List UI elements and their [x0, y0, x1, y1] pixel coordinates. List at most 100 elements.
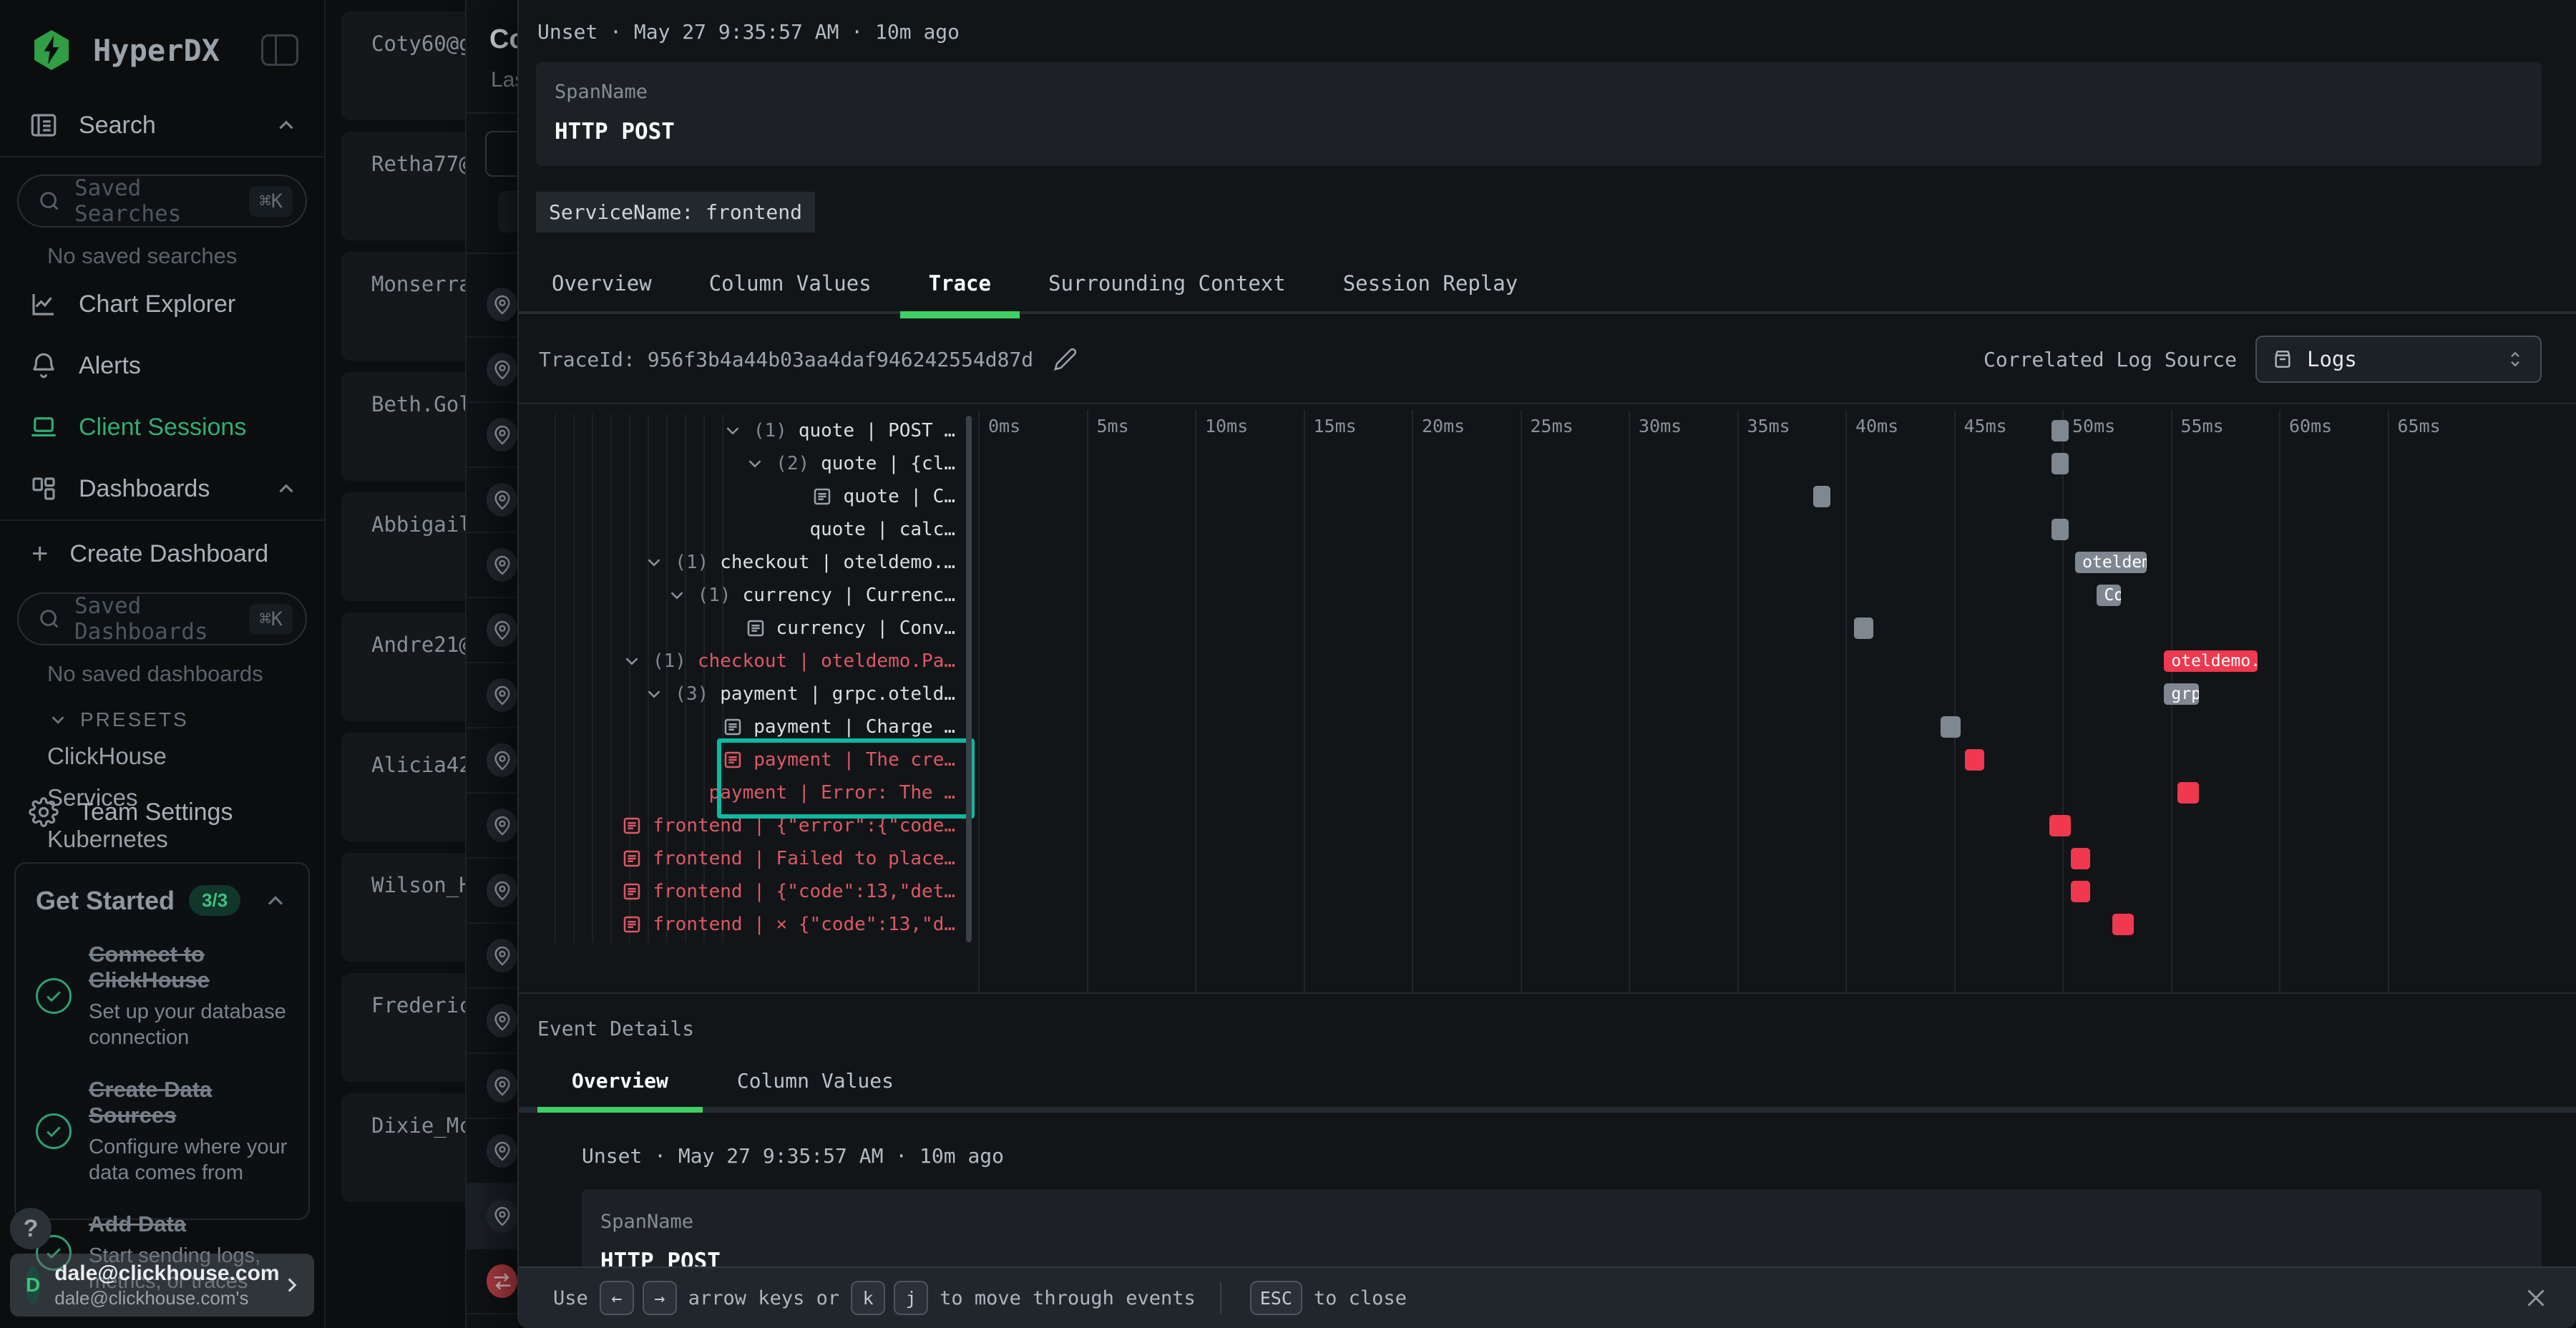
span-bar[interactable]	[1965, 749, 1984, 771]
tab-column-values[interactable]: Column Values	[680, 260, 900, 311]
sidebar-item-dashboards[interactable]: Dashboards	[0, 458, 324, 519]
session-event-row[interactable]	[467, 924, 517, 989]
session-event-row[interactable]	[467, 533, 517, 598]
span-bar[interactable]	[1813, 486, 1830, 507]
span-bar[interactable]	[1941, 716, 1960, 738]
session-search-input[interactable]: Sea	[485, 131, 517, 177]
hint-move: to move through events	[940, 1287, 1196, 1309]
get-started-item-title: Create Data Sources	[89, 1077, 288, 1128]
preset-dashboard-clickhouse[interactable]: ClickHouse	[47, 736, 324, 777]
saved-dashboards-placeholder: Saved Dashboards	[74, 593, 249, 645]
collapse-sidebar-icon[interactable]	[261, 34, 298, 66]
session-event-row[interactable]	[467, 859, 517, 924]
trace-tree-row[interactable]: frontend | Failed to place…	[519, 842, 977, 875]
edit-pencil-icon[interactable]	[1053, 347, 1078, 371]
trace-tree-row[interactable]: quote | calc…	[519, 513, 977, 546]
tree-chevron-icon[interactable]	[666, 585, 688, 606]
saved-dashboards-input[interactable]: Saved Dashboards ⌘K	[17, 592, 307, 645]
sidebar-item-label: Search	[79, 112, 274, 140]
hint-use: Use	[553, 1287, 588, 1309]
event-details-tabs: OverviewColumn Values	[519, 1058, 2576, 1113]
session-event-row[interactable]	[467, 403, 517, 468]
sidebar-item-chart-explorer[interactable]: Chart Explorer	[0, 273, 324, 335]
session-event-row[interactable]	[467, 1054, 517, 1119]
session-event-row[interactable]	[467, 1184, 517, 1249]
span-bar[interactable]	[1854, 617, 1873, 639]
trace-tree-row[interactable]: frontend | × {"code":13,"d…	[519, 908, 977, 941]
chevron-up-icon[interactable]	[263, 888, 288, 914]
span-bar[interactable]: oteldemo.	[2075, 552, 2147, 573]
session-event-row[interactable]	[467, 598, 517, 663]
sidebar-item-client-sessions[interactable]: Client Sessions	[0, 396, 324, 458]
axis-tick-label: 50ms	[2072, 416, 2115, 436]
session-filter-button[interactable]: I	[498, 191, 517, 233]
tab-surrounding-context[interactable]: Surrounding Context	[1020, 260, 1314, 311]
span-bar[interactable]: Co	[2097, 585, 2120, 606]
span-bar[interactable]	[2051, 519, 2069, 540]
trace-tree-row[interactable]: (1)checkout | oteldemo.…	[519, 546, 977, 579]
sidebar-item-search[interactable]: Search	[0, 94, 324, 156]
sidebar: HyperDX Search Saved Searches ⌘K No save…	[0, 0, 326, 1328]
get-started-item[interactable]: Connect to ClickHouseSet up your databas…	[36, 942, 288, 1051]
session-event-row[interactable]	[467, 663, 517, 728]
tab-session-replay[interactable]: Session Replay	[1314, 260, 1546, 311]
tree-chevron-icon[interactable]	[621, 650, 643, 672]
tree-chevron-icon[interactable]	[643, 683, 665, 705]
span-bar[interactable]: oteldemo.	[2164, 650, 2257, 672]
trace-row-label: quote | C…	[843, 486, 955, 507]
span-bar[interactable]	[2112, 914, 2134, 935]
trace-tree-row[interactable]: frontend | {"code":13,"det…	[519, 875, 977, 908]
tree-scrollbar[interactable]	[966, 416, 972, 942]
user-menu[interactable]: D dale@clickhouse.com dale@clickhouse.co…	[10, 1254, 314, 1317]
span-bar[interactable]	[2049, 815, 2071, 836]
session-event-row[interactable]	[467, 989, 517, 1054]
trace-row-label: payment | grpc.oteld…	[720, 683, 955, 705]
get-started-item-desc: Set up your database connection	[89, 999, 288, 1051]
log-source-select[interactable]: Logs	[2255, 336, 2542, 383]
session-event-row[interactable]	[467, 273, 517, 338]
get-started-item[interactable]: Create Data SourcesConfigure where your …	[36, 1077, 288, 1186]
span-bar[interactable]	[2051, 453, 2069, 474]
span-bar[interactable]	[2051, 420, 2069, 441]
session-event-row-error[interactable]	[467, 1249, 517, 1314]
event-side-panel: Unset · May 27 9:35:57 AM · 10m ago Span…	[517, 0, 2576, 1328]
span-bar[interactable]	[2071, 881, 2090, 902]
span-bar[interactable]	[2071, 848, 2090, 869]
axis-tick-label: 60ms	[2289, 416, 2332, 436]
gridline	[1304, 410, 1305, 992]
sidebar-item-alerts[interactable]: Alerts	[0, 335, 324, 396]
trace-tree-row[interactable]: (3)payment | grpc.oteld…	[519, 678, 977, 711]
span-bar[interactable]: grpc	[2164, 683, 2198, 705]
span-bar[interactable]	[2177, 782, 2199, 804]
tab-overview[interactable]: Overview	[537, 260, 680, 311]
session-event-row[interactable]	[467, 338, 517, 403]
trace-tree-row[interactable]: quote | C…	[519, 480, 977, 513]
session-event-row-error[interactable]	[467, 1314, 517, 1328]
presets-toggle[interactable]: PRESETS	[47, 708, 324, 731]
axis-tick-label: 45ms	[1964, 416, 2007, 436]
presets-label: PRESETS	[80, 708, 189, 731]
saved-searches-input[interactable]: Saved Searches ⌘K	[17, 175, 307, 228]
trace-tree-row[interactable]: (1)currency | Currenc…	[519, 579, 977, 612]
tab-trace[interactable]: Trace	[900, 260, 1020, 311]
event-details-tab-column-values[interactable]: Column Values	[703, 1058, 928, 1107]
session-event-row[interactable]	[467, 1119, 517, 1184]
trace-tree-row[interactable]: (1)quote | POST …	[519, 414, 977, 447]
tree-chevron-icon[interactable]	[744, 453, 766, 474]
tree-chevron-icon[interactable]	[643, 552, 665, 573]
keyboard-hints-footer: Use ← → arrow keys or k j to move throug…	[519, 1266, 2576, 1328]
session-event-row[interactable]	[467, 728, 517, 794]
help-button[interactable]: ?	[10, 1208, 52, 1249]
arrow-left-key: ←	[600, 1281, 634, 1315]
sidebar-item-team-settings[interactable]: Team Settings	[0, 781, 324, 843]
session-event-row[interactable]	[467, 468, 517, 533]
trace-tree-row[interactable]: (1)checkout | oteldemo.Pa…	[519, 645, 977, 678]
event-details-tab-overview[interactable]: Overview	[537, 1058, 703, 1107]
session-event-row[interactable]	[467, 794, 517, 859]
create-dashboard-button[interactable]: + Create Dashboard	[0, 521, 324, 575]
service-name-tag[interactable]: ServiceName: frontend	[536, 192, 815, 233]
trace-tree-row[interactable]: currency | Conv…	[519, 612, 977, 645]
tree-chevron-icon[interactable]	[722, 420, 743, 441]
trace-tree-row[interactable]: (2)quote | {cl…	[519, 447, 977, 480]
close-icon[interactable]	[2523, 1285, 2549, 1311]
